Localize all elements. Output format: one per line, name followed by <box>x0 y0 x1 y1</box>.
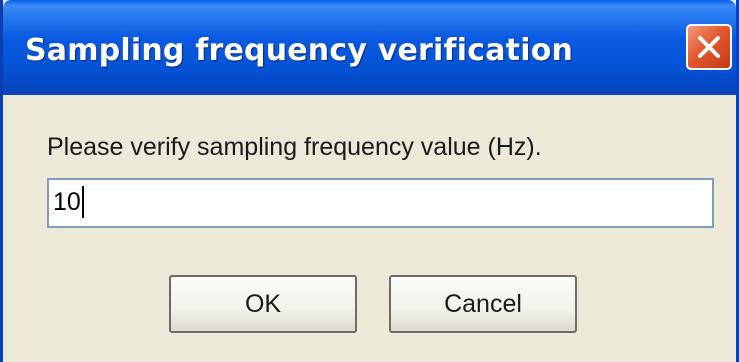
close-button[interactable] <box>686 24 732 70</box>
window-title: Sampling frequency verification <box>25 33 574 68</box>
sampling-frequency-input[interactable]: 10 <box>47 178 714 228</box>
close-icon <box>698 36 720 58</box>
title-bar[interactable]: Sampling frequency verification <box>3 0 736 95</box>
prompt-label: Please verify sampling frequency value (… <box>47 133 542 161</box>
input-value: 10 <box>53 186 84 218</box>
dialog-body: Please verify sampling frequency value (… <box>3 95 736 362</box>
cancel-button[interactable]: Cancel <box>389 275 577 333</box>
ok-button[interactable]: OK <box>169 275 357 333</box>
sampling-frequency-dialog: Sampling frequency verification Please v… <box>0 0 739 362</box>
